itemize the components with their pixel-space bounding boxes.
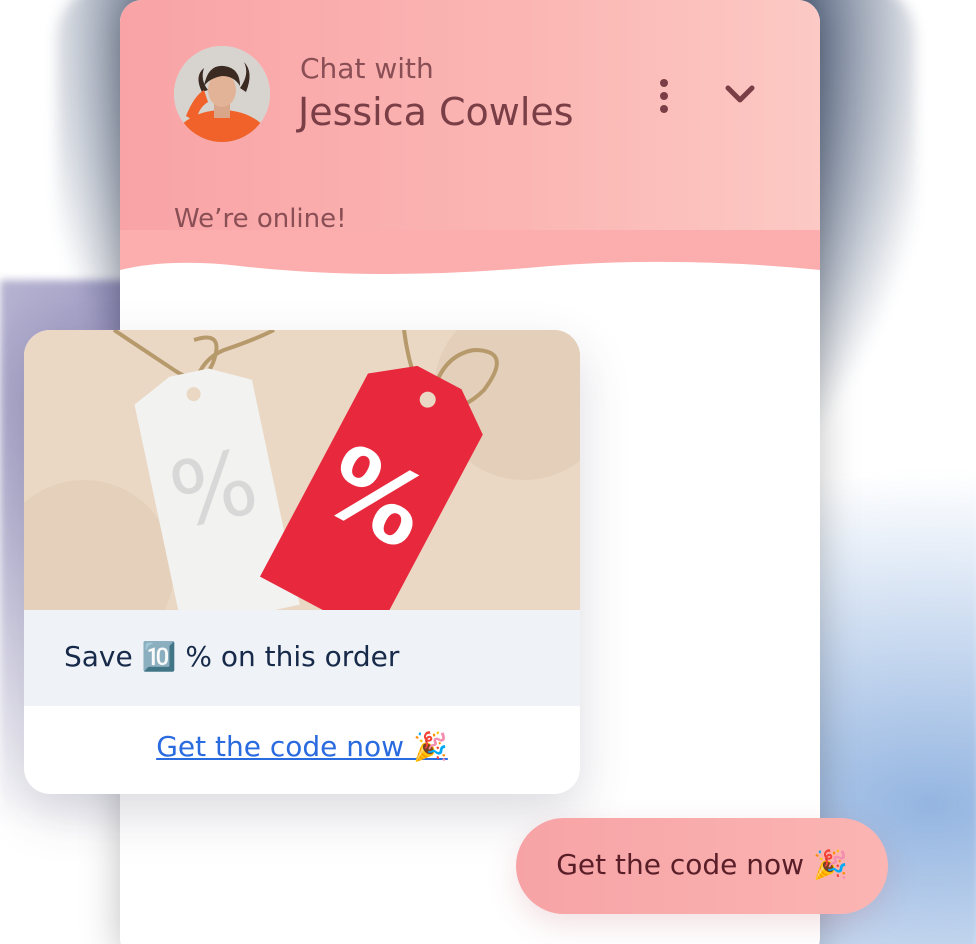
canvas: Chat with Jessica Cowles We’re online! %… — [0, 0, 976, 944]
get-code-link[interactable]: Get the code now 🎉 — [24, 730, 580, 763]
chat-with-label: Chat with — [300, 52, 434, 85]
agent-name: Jessica Cowles — [298, 90, 574, 134]
offer-card: % % Save 🔟 % on this order Get the code … — [24, 330, 580, 794]
user-reply-text: Get the code now 🎉 — [556, 848, 848, 881]
price-tag-image: % % — [24, 330, 580, 610]
menu-dots-icon[interactable] — [654, 78, 674, 114]
chevron-down-icon[interactable] — [720, 80, 760, 110]
agent-avatar — [174, 46, 270, 142]
user-reply-bubble: Get the code now 🎉 — [516, 818, 888, 914]
offer-caption: Save 🔟 % on this order — [64, 640, 400, 673]
header-wave — [120, 230, 820, 310]
